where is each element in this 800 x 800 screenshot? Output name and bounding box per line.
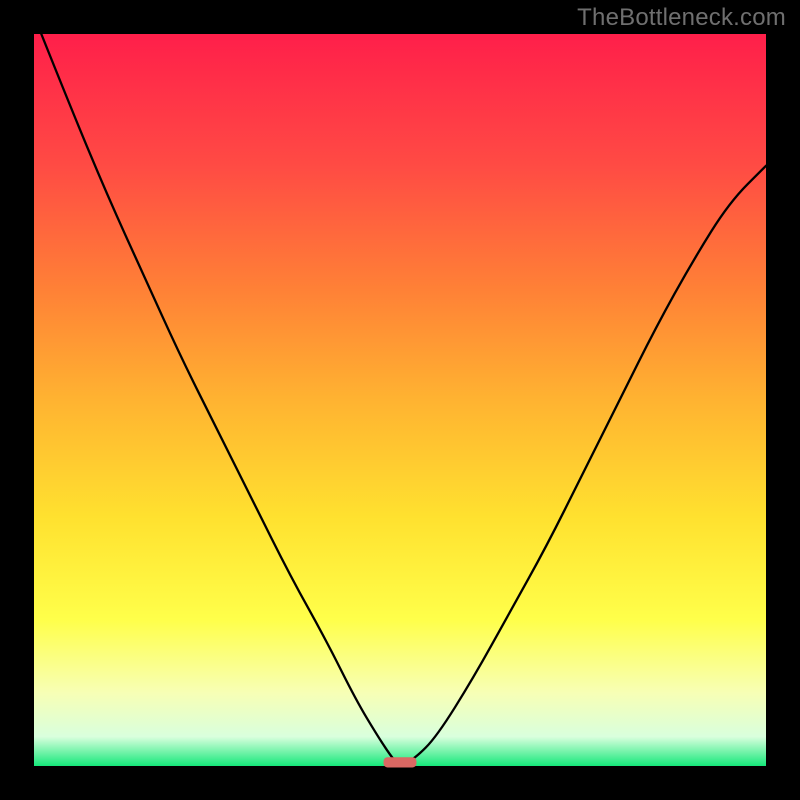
- watermark-text: TheBottleneck.com: [577, 4, 786, 32]
- chart-frame: TheBottleneck.com: [0, 0, 800, 800]
- plot-area: [34, 34, 766, 766]
- plot-svg: [34, 34, 766, 766]
- bottleneck-curve: [41, 34, 766, 764]
- optimum-marker: [384, 757, 417, 767]
